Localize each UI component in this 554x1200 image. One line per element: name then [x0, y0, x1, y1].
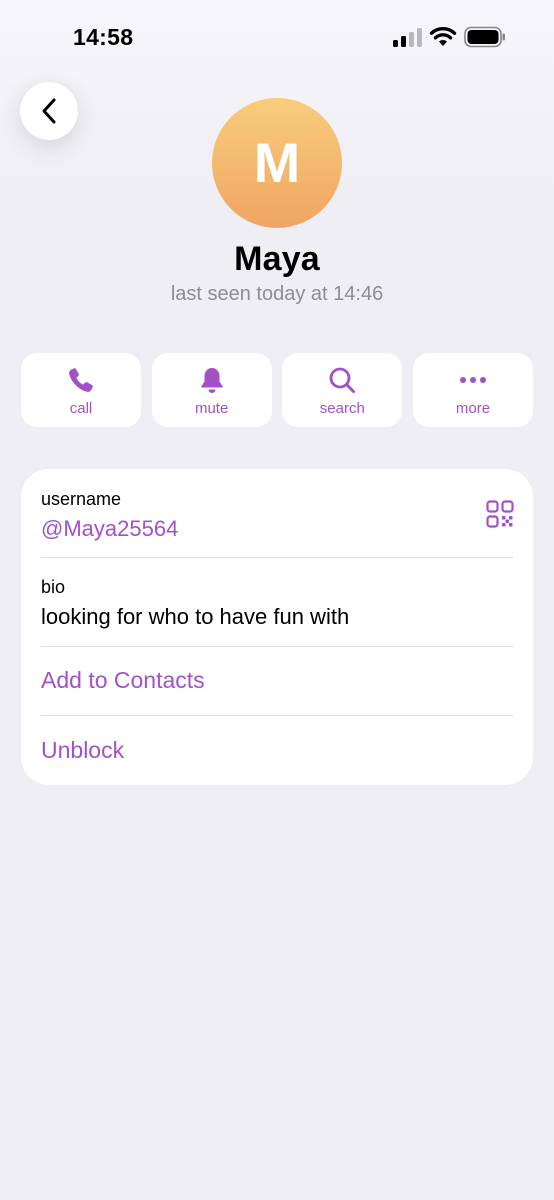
- divider: [41, 557, 513, 558]
- avatar[interactable]: M: [212, 98, 342, 228]
- status-bar: 14:58: [0, 0, 554, 76]
- more-dots-icon: [459, 377, 486, 383]
- qr-code-icon[interactable]: [486, 500, 514, 528]
- avatar-initial: M: [253, 131, 301, 194]
- back-button[interactable]: [20, 82, 78, 140]
- search-button[interactable]: search: [282, 353, 403, 427]
- call-label: call: [69, 400, 93, 417]
- add-to-contacts-row[interactable]: Add to Contacts: [41, 667, 513, 694]
- action-buttons: call mute search more: [21, 353, 533, 427]
- username-value[interactable]: @Maya25564: [41, 516, 513, 542]
- bio-label: bio: [41, 577, 66, 597]
- wifi-icon: [429, 27, 457, 46]
- status-time: 14:58: [73, 24, 134, 50]
- profile-name: Maya: [234, 240, 320, 278]
- username-label: username: [41, 489, 122, 509]
- cellular-signal-icon: [393, 28, 422, 47]
- mute-label: mute: [194, 400, 229, 417]
- divider: [41, 646, 513, 647]
- bio-row: bio looking for who to have fun with: [41, 577, 513, 630]
- add-to-contacts-button[interactable]: Add to Contacts: [41, 667, 513, 694]
- more-button[interactable]: more: [412, 353, 533, 427]
- call-button[interactable]: call: [21, 353, 141, 427]
- unblock-row[interactable]: Unblock: [41, 737, 513, 764]
- username-row[interactable]: username @Maya25564: [41, 489, 513, 542]
- last-seen-status: last seen today at 14:46: [170, 283, 384, 305]
- more-label: more: [455, 400, 491, 417]
- search-icon: [329, 367, 356, 393]
- bell-icon: [200, 368, 223, 393]
- bio-value: looking for who to have fun with: [41, 604, 350, 629]
- battery-icon: [464, 26, 505, 48]
- profile-screen: 14:58 M Maya last seen today at 14:46 ca…: [0, 0, 554, 1200]
- info-card: username @Maya25564 bio looking for who …: [21, 469, 533, 785]
- chevron-left-icon: [42, 98, 56, 124]
- search-label: search: [319, 400, 365, 417]
- phone-icon: [69, 368, 93, 392]
- divider: [41, 715, 513, 716]
- unblock-button[interactable]: Unblock: [41, 737, 513, 764]
- mute-button[interactable]: mute: [151, 353, 272, 427]
